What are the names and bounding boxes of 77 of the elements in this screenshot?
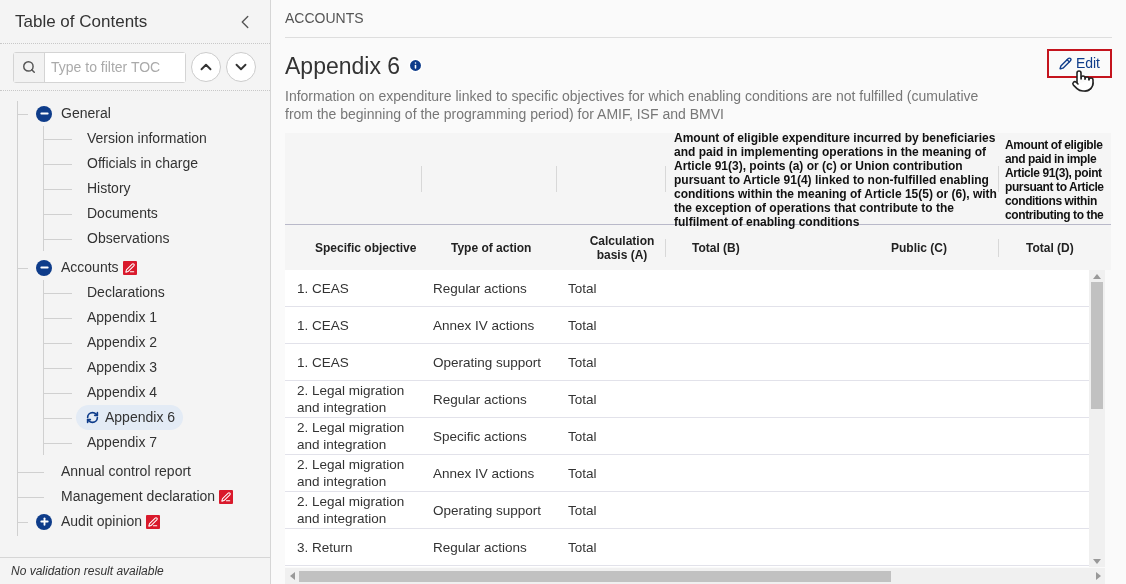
next-button[interactable] <box>226 52 256 82</box>
tree-item[interactable]: Management declaration <box>61 486 216 507</box>
table-cell-text: 2. Legal migration and integration <box>297 493 406 527</box>
toc-filter-field[interactable]: Type to filter TOC <box>13 51 186 83</box>
table-cell-text: Specific actions <box>433 427 528 445</box>
pencil-icon <box>1058 56 1072 70</box>
page-title: Appendix 6 <box>285 51 401 81</box>
refresh-icon <box>86 411 99 424</box>
tree-item[interactable]: Observations <box>87 228 170 249</box>
tree-item[interactable]: Audit opinion <box>61 511 142 532</box>
table-cell-text: 2. Legal migration and integration <box>297 382 406 416</box>
table-cell-text: Regular actions <box>433 538 528 556</box>
table-row[interactable]: 2. Legal migration and integration Regular actions Total <box>285 381 1089 418</box>
tree-item[interactable]: Appendix 1 <box>87 307 158 328</box>
tree-item[interactable]: Appendix 6 <box>76 405 184 430</box>
table-cell-text: 1. CEAS <box>297 279 350 297</box>
table-cell-text: 2. Legal migration and integration <box>297 419 406 453</box>
table-cell-text: 2. Legal migration and integration <box>297 456 406 490</box>
table-row[interactable]: 2. Legal migration and integration Annex IV actions Total <box>285 455 1089 492</box>
table-row[interactable]: 3. Return Regular actions Total <box>285 529 1089 566</box>
tree-item[interactable]: Declarations <box>87 282 165 303</box>
table-cell-text: Total <box>568 501 598 519</box>
collapse-icon[interactable] <box>36 259 52 276</box>
page-description: Information on expenditure linked to specific objectives for which enabling conditions are not fulfilled (cumulative from the beginning of the programming period) for AMIF, ISF and BMVI <box>285 87 980 123</box>
table-cell-text: Regular actions <box>433 279 528 297</box>
table-cell-text: 1. CEAS <box>297 316 350 334</box>
table-cell-text: Total <box>568 427 598 445</box>
tree-item[interactable]: Accounts <box>61 257 119 278</box>
info-icon[interactable] <box>408 58 424 74</box>
tree-item[interactable]: General <box>61 103 111 124</box>
tree-item[interactable]: Appendix 7 <box>87 432 158 453</box>
table-cell-text: Annex IV actions <box>433 464 536 482</box>
tree-item[interactable]: Appendix 3 <box>87 357 158 378</box>
table-cell-text: 3. Return <box>297 538 354 556</box>
tree-item[interactable]: Appendix 4 <box>87 382 158 403</box>
table-cell-text: Total <box>568 390 598 408</box>
column-header[interactable]: Specific objective <box>315 240 417 255</box>
table-cell-text: Total <box>568 464 598 482</box>
collapse-icon[interactable] <box>36 105 52 122</box>
edit-button[interactable]: Edit <box>1046 48 1112 78</box>
table-cell-text: Operating support <box>433 353 543 371</box>
search-icon <box>22 60 36 74</box>
column-header[interactable]: Total (D) <box>1026 240 1074 255</box>
table-row[interactable]: 1. CEAS Operating support Total <box>285 344 1089 381</box>
tree-item[interactable]: Officials in charge <box>87 153 198 174</box>
table-row[interactable]: 2. Legal migration and integration Operating support Total <box>285 492 1089 529</box>
table-cell-text: Total <box>568 353 598 371</box>
table-cell-text: 1. CEAS <box>297 353 350 371</box>
column-group-header: Amount of eligible and paid in imple Article 91(3), point pursuant to Article conditions within contributing to the <box>1004 136 1104 222</box>
edited-document-icon <box>219 489 234 504</box>
column-group-header: Amount of eligible expenditure incurred by beneficiaries and paid in implementing operations in the meaning of Article 91(3), points (a) or (c) or Union contribution pursuant to Article 91(4) linked to non-fulfilled enabling conditions within the meaning of Article 15(5) or (6), with the exception of operations that contribute to the fulfilment of enabling conditions <box>673 133 997 229</box>
table-cell-text: Operating support <box>433 501 543 519</box>
tree-item[interactable]: Annual control report <box>61 461 191 482</box>
column-header[interactable]: Public (C) <box>891 240 947 255</box>
column-header[interactable]: Type of action <box>451 240 532 255</box>
table-cell-text: Total <box>568 316 598 334</box>
column-header[interactable]: Total (B) <box>692 240 740 255</box>
edited-document-icon <box>122 260 137 275</box>
tree-item[interactable]: History <box>87 178 131 199</box>
table-row[interactable]: 1. CEAS Regular actions Total <box>285 270 1089 307</box>
table-cell-text: Regular actions <box>433 390 528 408</box>
tree-item[interactable]: Documents <box>87 203 158 224</box>
table-row[interactable]: 2. Legal migration and integration Specific actions Total <box>285 418 1089 455</box>
table-cell-text: Total <box>568 538 598 556</box>
table-cell-text: Annex IV actions <box>433 316 536 334</box>
breadcrumb: ACCOUNTS <box>285 8 364 28</box>
expand-icon[interactable] <box>36 513 52 530</box>
sidebar-title: Table of Contents <box>15 10 148 33</box>
validation-status: No validation result available <box>11 563 164 580</box>
hand-cursor-icon <box>1070 68 1095 95</box>
table-cell-text: Total <box>568 279 598 297</box>
table-row[interactable]: 1. CEAS Annex IV actions Total <box>285 307 1089 344</box>
column-header[interactable]: Calculation basis (A) <box>580 233 664 262</box>
edited-document-icon <box>145 514 160 529</box>
tree-item[interactable]: Version information <box>87 128 207 149</box>
tree-item[interactable]: Appendix 2 <box>87 332 158 353</box>
previous-button[interactable] <box>191 52 221 82</box>
